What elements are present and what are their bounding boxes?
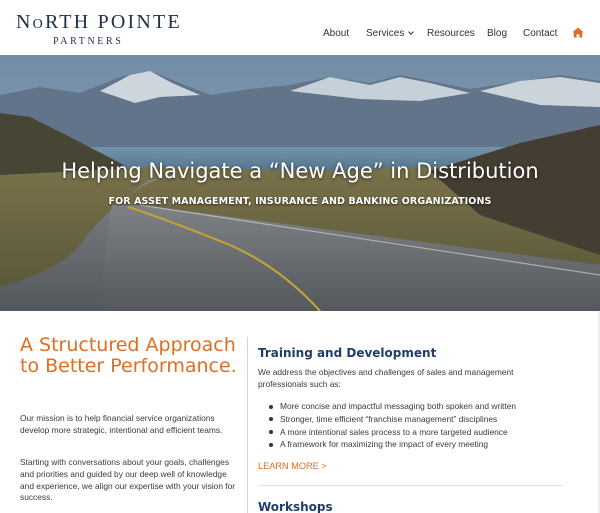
logo-subtitle: PARTNERS (53, 36, 124, 47)
intro-heading: A Structured Approach to Better Performa… (20, 334, 237, 377)
chevron-down-icon (408, 29, 415, 35)
training-heading: Training and Development (258, 346, 437, 360)
section-rule (258, 485, 563, 486)
logo-letter-o: O (32, 17, 45, 32)
training-intro: We address the objectives and challenges… (258, 367, 514, 389)
logo-text: RTH POINTE (44, 11, 182, 33)
hero-banner: Helping Navigate a “New Age” in Distribu… (0, 55, 600, 311)
column-divider (247, 337, 248, 513)
list-item: A more intentional sales process to a mo… (269, 426, 569, 439)
learn-more-link[interactable]: LEARN MORE > (258, 461, 327, 471)
mission-paragraph: Our mission is to help financial service… (20, 413, 223, 435)
logo[interactable]: NORTH POINTE (16, 11, 182, 34)
workshops-heading: Workshops (258, 500, 333, 513)
training-list: More concise and impactful messaging bot… (269, 400, 569, 451)
nav-about[interactable]: About (323, 28, 349, 39)
nav-contact[interactable]: Contact (523, 28, 557, 39)
list-item: Stronger, time efficient “franchise mana… (269, 413, 569, 426)
hero-subtitle: FOR ASSET MANAGEMENT, INSURANCE AND BANK… (108, 196, 492, 207)
logo-letter-n: N (16, 11, 33, 33)
site-header: NORTH POINTE PARTNERS About Services Res… (0, 0, 600, 55)
home-icon[interactable] (572, 27, 584, 38)
approach-paragraph: Starting with conversations about your g… (20, 457, 236, 503)
nav-services-label: Services (366, 28, 405, 39)
list-item: More concise and impactful messaging bot… (269, 400, 569, 413)
list-item: A framework for maximizing the impact of… (269, 438, 569, 451)
nav-blog[interactable]: Blog (487, 28, 507, 39)
nav-services[interactable]: Services (366, 28, 415, 39)
hero-title: Helping Navigate a “New Age” in Distribu… (61, 159, 539, 183)
nav-resources[interactable]: Resources (427, 28, 475, 39)
hero-image (0, 55, 600, 311)
